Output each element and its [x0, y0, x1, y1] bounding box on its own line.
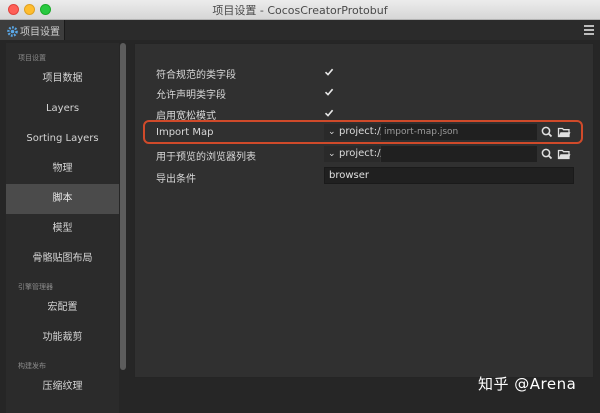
watermark: 知乎 @Arena	[478, 375, 577, 393]
sidebar-scrollbar[interactable]	[120, 43, 126, 370]
setting-label-allow-declared-class-fields: 允许声明类字段	[156, 90, 226, 101]
sidebar-item-sorting-layers[interactable]: Sorting Layers	[6, 124, 119, 154]
sidebar-section-project: 项目设置	[18, 54, 46, 62]
sidebar: 项目设置 项目数据 Layers Sorting Layers 物理 脚本 模型…	[6, 43, 119, 413]
window-title: 项目设置 - CocosCreatorProtobuf	[212, 4, 388, 17]
sidebar-item-feature-cropping[interactable]: 功能裁剪	[6, 323, 119, 353]
sidebar-item-texture-compression[interactable]: 压缩纹理	[6, 372, 119, 402]
sidebar-item-physics[interactable]: 物理	[6, 154, 119, 184]
hamburger-menu-icon[interactable]	[584, 25, 594, 35]
preview-browserslist-protocol: project://	[339, 148, 384, 159]
sidebar-item-models[interactable]: 模型	[6, 214, 119, 244]
setting-label-conform-class-fields: 符合规范的类字段	[156, 70, 236, 81]
sidebar-section-engine: 引擎管理器	[18, 283, 53, 291]
sidebar-item-skeleton-texture-layout[interactable]: 骨骼贴图布局	[6, 244, 119, 274]
checkmark-icon	[324, 68, 334, 76]
search-icon	[541, 148, 553, 160]
tab-project-settings[interactable]: 项目设置	[0, 20, 65, 40]
title-bar: 项目设置 - CocosCreatorProtobuf	[0, 0, 600, 20]
checkbox-loose-mode[interactable]	[324, 108, 334, 118]
checkbox-allow-declared-class-fields[interactable]	[324, 87, 334, 97]
checkmark-icon	[324, 109, 334, 117]
preview-browserslist-path-input[interactable]	[381, 146, 537, 162]
folder-open-icon	[557, 149, 571, 160]
chevron-down-icon: ⌄	[328, 149, 336, 159]
preview-browserslist-locate-button[interactable]	[539, 146, 555, 162]
setting-label-preview-browserslist: 用于预览的浏览器列表	[156, 152, 256, 163]
import-map-highlight-box	[143, 120, 583, 144]
preview-browserslist-protocol-select[interactable]: ⌄ project://	[324, 146, 384, 162]
gear-icon	[6, 23, 19, 37]
checkbox-conform-class-fields[interactable]	[324, 67, 334, 77]
sidebar-item-layers[interactable]: Layers	[6, 94, 119, 124]
sidebar-item-project-data[interactable]: 项目数据	[6, 64, 119, 94]
setting-label-export-conditions: 导出条件	[156, 174, 196, 185]
preview-browserslist-browse-button[interactable]	[556, 146, 572, 162]
tab-label: 项目设置	[20, 27, 60, 38]
tab-bar: 项目设置	[0, 20, 600, 40]
export-conditions-input[interactable]: browser	[324, 167, 574, 184]
sidebar-item-scripts[interactable]: 脚本	[6, 184, 119, 214]
sidebar-section-build: 构建发布	[18, 362, 46, 370]
checkmark-icon	[324, 88, 334, 96]
preview-browserslist-field: ⌄ project://	[324, 146, 574, 162]
sidebar-item-macro-config[interactable]: 宏配置	[6, 293, 119, 323]
